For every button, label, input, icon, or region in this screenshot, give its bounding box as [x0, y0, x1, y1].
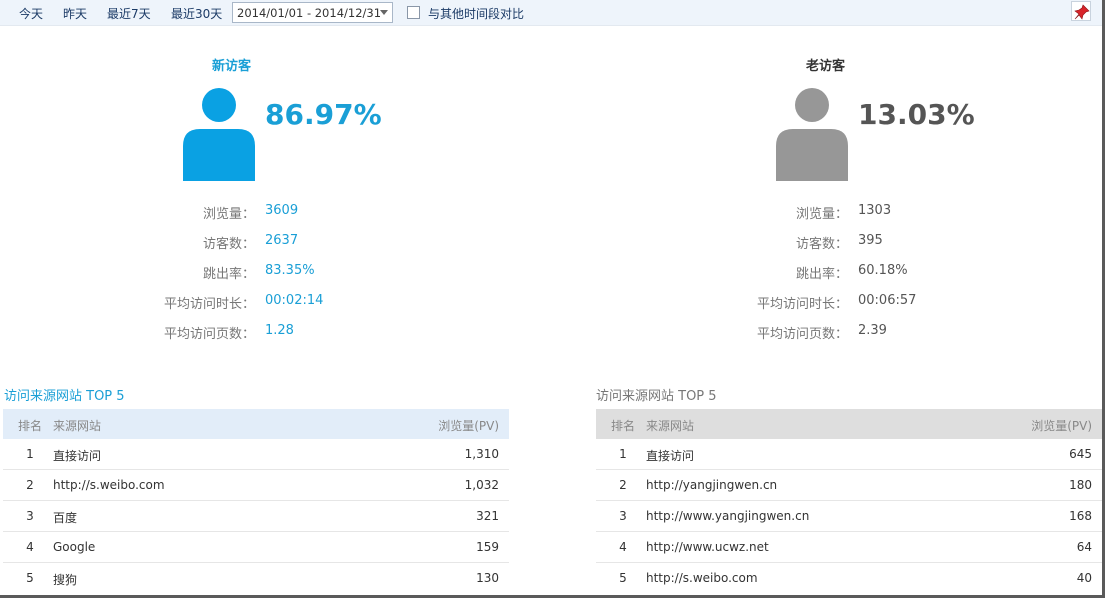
stat-label: 访客数：	[202, 237, 255, 252]
date-range-value: 2014/01/01 - 2014/12/31	[237, 6, 382, 20]
table-row: 5 http://s.weibo.com 40	[596, 563, 1102, 594]
stat-value: 3609	[265, 203, 299, 218]
stat-label: 访客数：	[795, 237, 848, 252]
site-cell: 直接访问	[646, 449, 695, 463]
site-cell: http://yangjingwen.cn	[646, 478, 778, 492]
table-row: 2 http://yangjingwen.cn 180	[596, 470, 1102, 501]
old-sources-title: 访问来源网站 TOP 5	[596, 389, 717, 404]
stat-label: 平均访问页数：	[756, 327, 848, 342]
rank-cell: 5	[619, 571, 627, 585]
pin-icon	[1074, 4, 1090, 20]
table-row: 1 直接访问 645	[596, 439, 1102, 470]
site-cell: http://www.yangjingwen.cn	[646, 509, 810, 523]
stat-value: 1.28	[265, 323, 294, 338]
site-cell: http://s.weibo.com	[646, 571, 758, 585]
old-visitors-title: 老访客	[806, 59, 846, 74]
pv-cell: 64	[1076, 540, 1092, 554]
new-visitors-title: 新访客	[212, 59, 252, 74]
table-row: 1 直接访问 1,310	[3, 439, 509, 470]
pv-cell: 1,032	[464, 478, 499, 492]
rank-cell: 4	[619, 540, 627, 554]
old-sources-table: 排名 来源网站 浏览量(PV) 1 直接访问 645 2 http://yangjingwen…	[596, 409, 1102, 594]
table-header: 排名 来源网站 浏览量(PV)	[3, 409, 509, 439]
rank-cell: 3	[26, 509, 34, 523]
pv-cell: 168	[1069, 509, 1092, 523]
yesterday-link[interactable]: 昨天	[63, 5, 87, 22]
pv-cell: 159	[476, 540, 499, 554]
last-30-days-link[interactable]: 最近30天	[171, 5, 222, 22]
new-sources-title: 访问来源网站 TOP 5	[4, 389, 125, 404]
compare-checkbox[interactable]	[407, 6, 420, 19]
stat-value: 2637	[265, 233, 299, 248]
site-cell: http://s.weibo.com	[53, 478, 165, 492]
table-header: 排名 来源网站 浏览量(PV)	[596, 409, 1102, 439]
old-visitors-percent: 13.03%	[858, 98, 975, 131]
stat-label: 浏览量：	[202, 207, 255, 222]
rank-cell: 2	[26, 478, 34, 492]
pin-button[interactable]	[1071, 1, 1091, 21]
new-visitors-percent: 86.97%	[265, 98, 382, 131]
pv-cell: 180	[1069, 478, 1092, 492]
pv-cell: 130	[476, 571, 499, 585]
table-row: 5 搜狗 130	[3, 563, 509, 594]
stat-value: 1303	[858, 203, 892, 218]
rank-column-header[interactable]: 排名	[3, 417, 57, 434]
stat-label: 平均访问时长：	[163, 297, 255, 312]
site-column-header[interactable]: 来源网站	[646, 417, 694, 434]
rank-cell: 1	[26, 447, 34, 461]
new-visitor-avatar-icon	[183, 88, 255, 181]
date-toolbar: 今天 昨天 最近7天 最近30天 2014/01/01 - 2014/12/31…	[0, 0, 1102, 26]
stat-label: 跳出率：	[795, 267, 848, 282]
pv-cell: 1,310	[464, 447, 499, 461]
today-link[interactable]: 今天	[19, 5, 43, 22]
old-visitor-avatar-icon	[776, 88, 848, 181]
stat-value: 83.35%	[265, 263, 315, 278]
rank-column-header[interactable]: 排名	[596, 417, 650, 434]
stat-value: 00:06:57	[858, 293, 917, 308]
last-7-days-link[interactable]: 最近7天	[107, 5, 151, 22]
date-range-select[interactable]: 2014/01/01 - 2014/12/31	[232, 2, 393, 23]
compare-label[interactable]: 与其他时间段对比	[428, 5, 524, 22]
chevron-down-icon	[380, 10, 388, 15]
pv-cell: 321	[476, 509, 499, 523]
pv-column-header[interactable]: 浏览量(PV)	[1031, 417, 1092, 434]
stat-label: 平均访问页数：	[163, 327, 255, 342]
site-cell: 百度	[53, 511, 78, 525]
site-cell: 直接访问	[53, 449, 102, 463]
table-row: 4 Google 159	[3, 532, 509, 563]
pv-cell: 40	[1076, 571, 1092, 585]
stat-label: 跳出率：	[202, 267, 255, 282]
rank-cell: 1	[619, 447, 627, 461]
stat-value: 395	[858, 233, 883, 248]
table-row: 4 http://www.ucwz.net 64	[596, 532, 1102, 563]
new-sources-table: 排名 来源网站 浏览量(PV) 1 直接访问 1,310 2 http://s.weibo.c…	[3, 409, 509, 594]
rank-cell: 5	[26, 571, 34, 585]
table-row: 3 百度 321	[3, 501, 509, 532]
stat-value: 00:02:14	[265, 293, 324, 308]
rank-cell: 2	[619, 478, 627, 492]
pv-column-header[interactable]: 浏览量(PV)	[438, 417, 499, 434]
site-cell: 搜狗	[53, 573, 78, 587]
stat-label: 平均访问时长：	[756, 297, 848, 312]
site-cell: Google	[53, 540, 96, 554]
stat-value: 60.18%	[858, 263, 908, 278]
table-row: 2 http://s.weibo.com 1,032	[3, 470, 509, 501]
rank-cell: 3	[619, 509, 627, 523]
rank-cell: 4	[26, 540, 34, 554]
site-cell: http://www.ucwz.net	[646, 540, 769, 554]
stat-label: 浏览量：	[795, 207, 848, 222]
pv-cell: 645	[1069, 447, 1092, 461]
stat-value: 2.39	[858, 323, 887, 338]
site-column-header[interactable]: 来源网站	[53, 417, 101, 434]
table-row: 3 http://www.yangjingwen.cn 168	[596, 501, 1102, 532]
